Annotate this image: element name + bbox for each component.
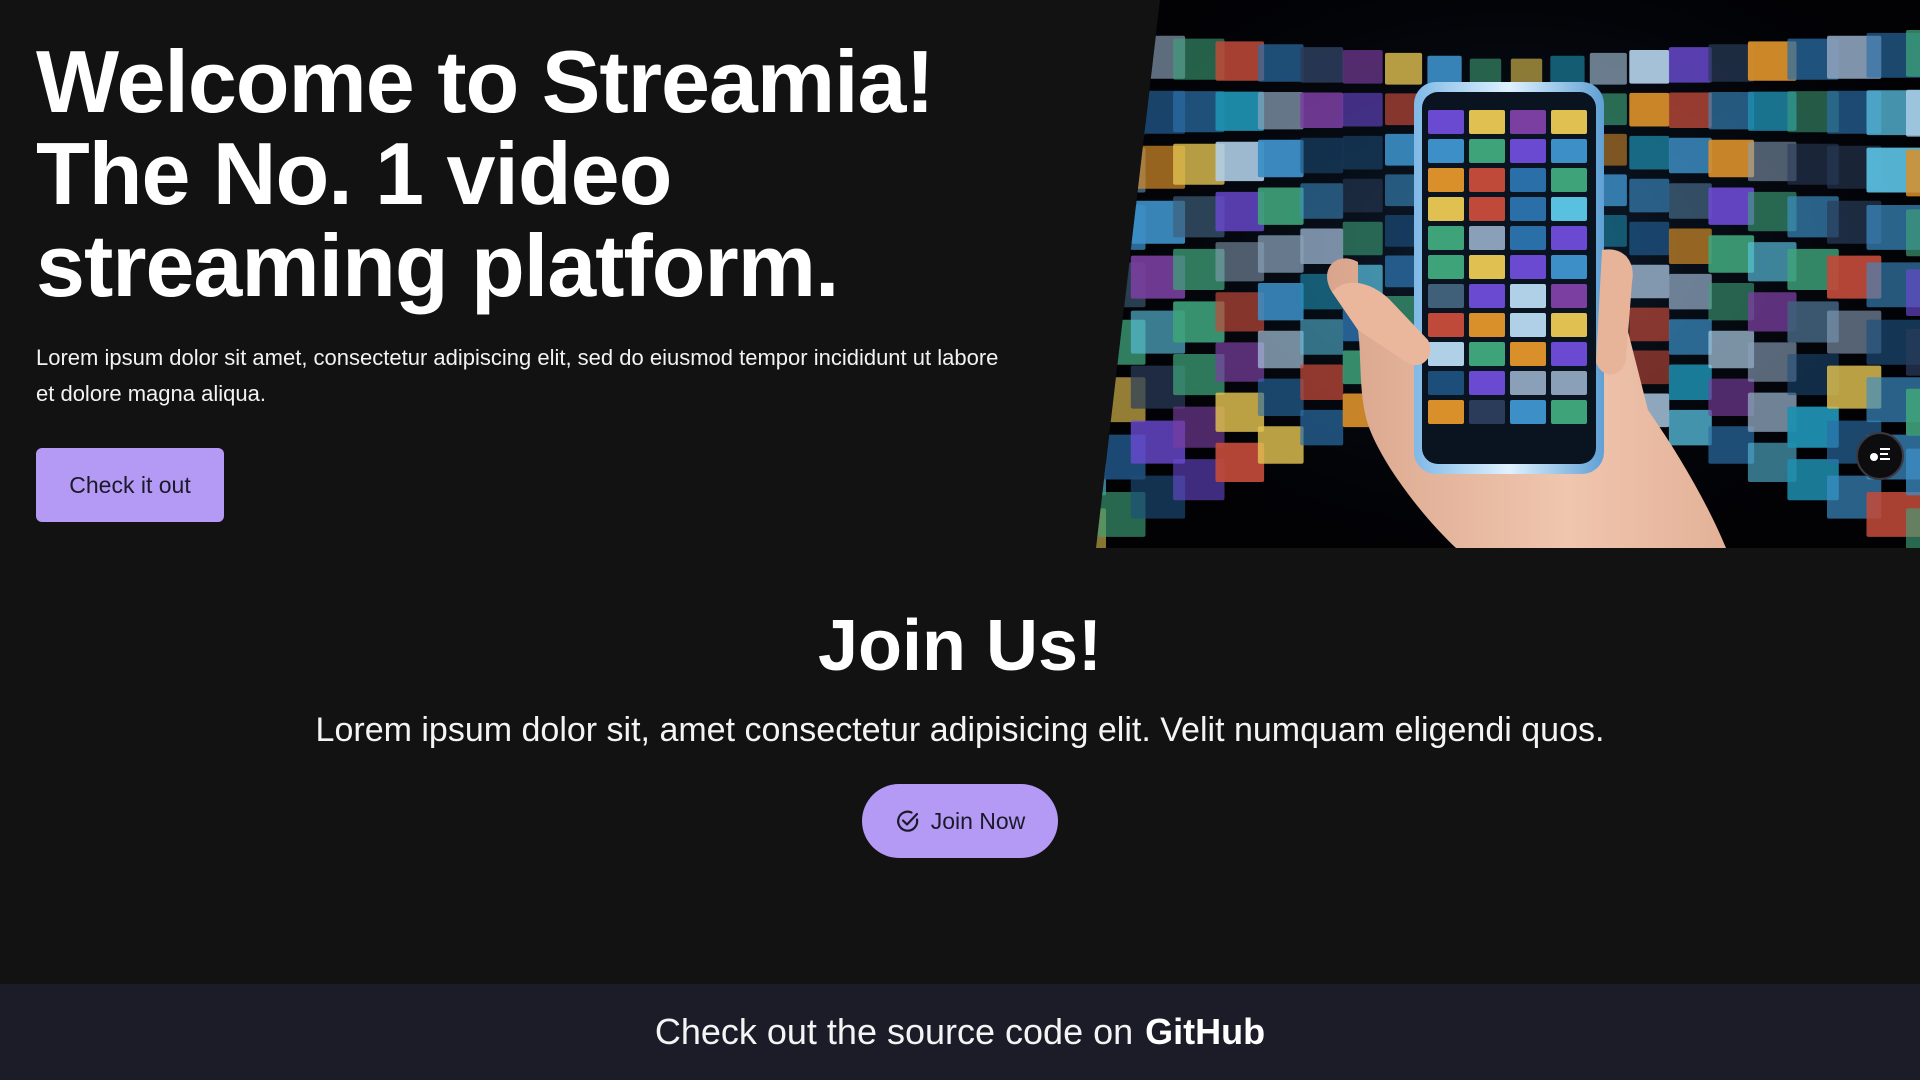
hero-title-line: The No. 1 video [36,124,672,223]
hero-section: Welcome to Streamia! The No. 1 video str… [0,0,1920,548]
check-circle-icon [895,808,921,834]
hero-title: Welcome to Streamia! The No. 1 video str… [36,36,1036,312]
hero-text-block: Welcome to Streamia! The No. 1 video str… [36,36,1036,522]
check-it-out-button[interactable]: Check it out [36,448,224,522]
panel-menu-button[interactable] [1856,432,1904,480]
hero-title-line: Welcome to Streamia! [36,32,935,131]
panel-menu-icon [1868,442,1892,471]
join-now-label: Join Now [930,807,1026,834]
join-subtitle: Lorem ipsum dolor sit, amet consectetur … [315,711,1605,749]
github-link[interactable]: GitHub [1145,1011,1265,1053]
footer: Check out the source code on GitHub [0,984,1920,1080]
join-now-button[interactable]: Join Now [862,784,1058,858]
footer-text: Check out the source code on [654,1011,1134,1052]
hero-title-line: streaming platform. [36,216,839,315]
join-section: Join Us! Lorem ipsum dolor sit, amet con… [0,590,1920,858]
join-title: Join Us! [817,606,1103,686]
hero-subtitle: Lorem ipsum dolor sit amet, consectetur … [36,345,999,406]
landing-page: Welcome to Streamia! The No. 1 video str… [0,0,1920,1080]
phone-video-wall-image [1096,0,1920,548]
